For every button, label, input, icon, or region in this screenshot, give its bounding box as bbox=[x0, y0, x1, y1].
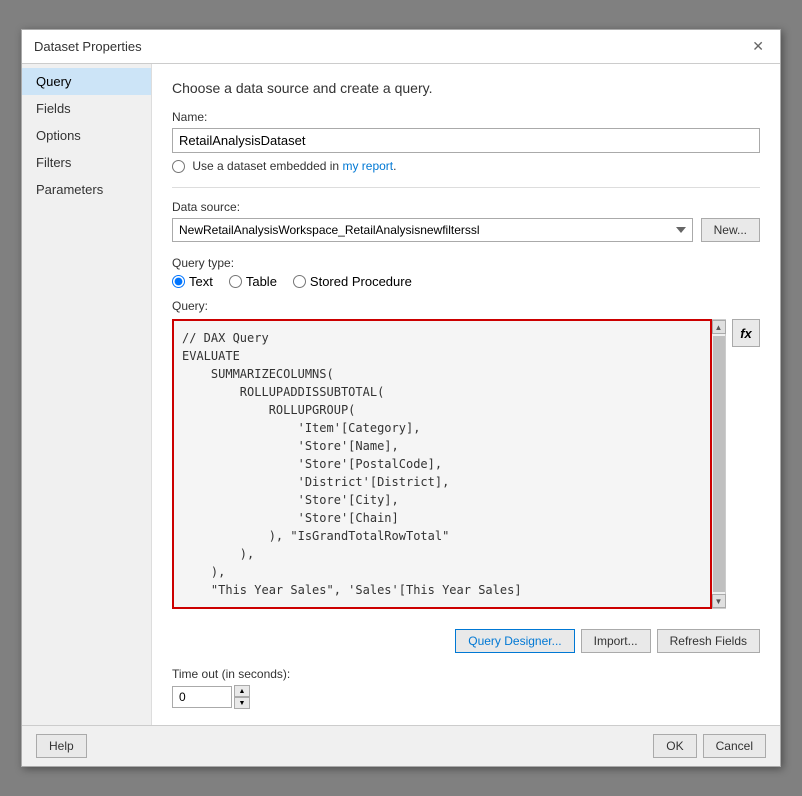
ok-button[interactable]: OK bbox=[653, 734, 696, 758]
timeout-input-wrap: ▲ ▼ bbox=[172, 685, 760, 709]
radio-table-input[interactable] bbox=[229, 275, 242, 288]
main-content: Choose a data source and create a query.… bbox=[152, 64, 780, 725]
radio-stored-procedure-input[interactable] bbox=[293, 275, 306, 288]
my-report-link[interactable]: my report bbox=[342, 159, 393, 173]
dialog-footer: Help OK Cancel bbox=[22, 725, 780, 766]
datasource-row: NewRetailAnalysisWorkspace_RetailAnalysi… bbox=[172, 218, 760, 242]
name-input[interactable] bbox=[172, 128, 760, 153]
scroll-thumb[interactable] bbox=[713, 336, 725, 592]
radio-stored-procedure-label[interactable]: Stored Procedure bbox=[293, 274, 412, 289]
dialog-title: Dataset Properties bbox=[34, 39, 142, 54]
sidebar-item-parameters[interactable]: Parameters bbox=[22, 176, 151, 203]
footer-right: OK Cancel bbox=[653, 734, 766, 758]
sidebar-item-fields[interactable]: Fields bbox=[22, 95, 151, 122]
scroll-up-arrow[interactable]: ▲ bbox=[712, 320, 726, 334]
radio-table-label[interactable]: Table bbox=[229, 274, 277, 289]
dataset-properties-dialog: Dataset Properties ✕ Query Fields Option… bbox=[21, 29, 781, 767]
name-label: Name: bbox=[172, 110, 760, 124]
query-editor[interactable]: // DAX Query EVALUATE SUMMARIZECOLUMNS( … bbox=[172, 319, 712, 609]
sidebar: Query Fields Options Filters Parameters bbox=[22, 64, 152, 725]
spin-up-button[interactable]: ▲ bbox=[234, 685, 250, 697]
query-type-row: Text Table Stored Procedure bbox=[172, 274, 760, 289]
timeout-label: Time out (in seconds): bbox=[172, 667, 760, 681]
datasource-select[interactable]: NewRetailAnalysisWorkspace_RetailAnalysi… bbox=[172, 218, 693, 242]
action-row: Query Designer... Import... Refresh Fiel… bbox=[172, 629, 760, 653]
embedded-radio[interactable] bbox=[172, 160, 185, 173]
radio-text-label[interactable]: Text bbox=[172, 274, 213, 289]
sidebar-item-options[interactable]: Options bbox=[22, 122, 151, 149]
dialog-body: Query Fields Options Filters Parameters … bbox=[22, 64, 780, 725]
title-bar: Dataset Properties ✕ bbox=[22, 30, 780, 64]
embedded-dataset-text: Use a dataset embedded in my report. bbox=[172, 159, 760, 173]
radio-text-input[interactable] bbox=[172, 275, 185, 288]
timeout-spinner: ▲ ▼ bbox=[234, 685, 250, 709]
query-label: Query: bbox=[172, 299, 760, 313]
query-scrollbar: ▲ ▼ bbox=[712, 319, 726, 609]
timeout-section: Time out (in seconds): ▲ ▼ bbox=[172, 667, 760, 709]
refresh-fields-button[interactable]: Refresh Fields bbox=[657, 629, 760, 653]
help-button[interactable]: Help bbox=[36, 734, 87, 758]
timeout-input[interactable] bbox=[172, 686, 232, 708]
datasource-label: Data source: bbox=[172, 200, 760, 214]
spin-down-button[interactable]: ▼ bbox=[234, 697, 250, 709]
query-designer-button[interactable]: Query Designer... bbox=[455, 629, 574, 653]
import-button[interactable]: Import... bbox=[581, 629, 651, 653]
section-heading: Choose a data source and create a query. bbox=[172, 80, 760, 96]
fx-button[interactable]: fx bbox=[732, 319, 760, 347]
query-type-label: Query type: bbox=[172, 256, 760, 270]
cancel-button[interactable]: Cancel bbox=[703, 734, 766, 758]
sidebar-item-filters[interactable]: Filters bbox=[22, 149, 151, 176]
divider1 bbox=[172, 187, 760, 188]
new-button[interactable]: New... bbox=[701, 218, 760, 242]
scroll-down-arrow[interactable]: ▼ bbox=[712, 594, 726, 608]
sidebar-item-query[interactable]: Query bbox=[22, 68, 151, 95]
close-button[interactable]: ✕ bbox=[748, 38, 768, 55]
